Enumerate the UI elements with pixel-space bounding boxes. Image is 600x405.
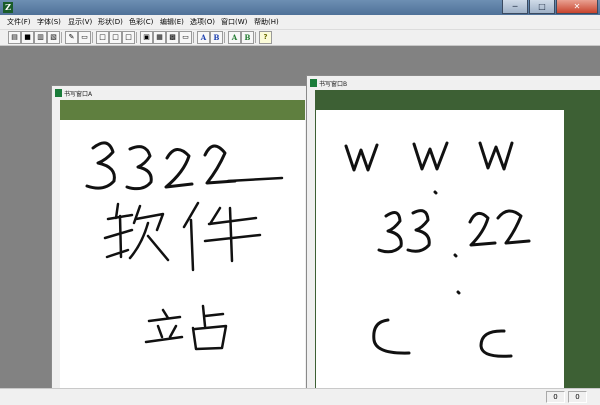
single-page-icon[interactable]: ▭ [78,31,91,44]
window-a-icon [55,89,62,97]
status-bar: 0 0 [0,388,600,405]
window-b-handwriting [344,141,531,358]
font-a-blue-icon[interactable]: A [197,31,210,44]
window-a-handwriting [85,141,284,351]
window-a-canvas[interactable] [60,120,305,392]
menu-color[interactable]: 色彩(C) [129,17,153,27]
window-a-title: 书写窗口A [64,91,93,98]
frame-a-icon[interactable]: □ [96,31,109,44]
writing-window-a[interactable]: 书写窗口A [51,85,307,393]
print-preview-icon[interactable]: ▧ [47,31,60,44]
close-button[interactable]: ✕ [556,0,598,14]
toolbar-separator [193,32,194,43]
font-b-green-icon[interactable]: B [241,31,254,44]
menu-edit[interactable]: 编辑(E) [160,17,184,27]
menu-shape[interactable]: 形状(D) [98,17,123,27]
menu-help[interactable]: 帮助(H) [254,17,279,27]
toolbar-separator [92,32,93,43]
frame-c-icon[interactable]: □ [122,31,135,44]
title-bar[interactable]: Z ─ □ ✕ [0,0,600,15]
window-b-title: 书写窗口B [319,81,348,88]
minimize-button[interactable]: ─ [502,0,528,14]
open-icon[interactable]: ▤ [8,31,21,44]
app-icon[interactable]: Z [3,2,13,13]
pen-icon[interactable]: ✎ [65,31,78,44]
toolbar-separator [61,32,62,43]
status-cell-2: 0 [568,391,587,403]
help-icon[interactable]: ? [259,31,272,44]
font-a-green-icon[interactable]: A [228,31,241,44]
menu-file[interactable]: 文件(F) [7,17,31,27]
menu-options[interactable]: 选项(O) [190,17,215,27]
frame-b-icon[interactable]: □ [109,31,122,44]
menu-view[interactable]: 显示(V) [68,17,92,27]
clipboard-icon[interactable]: ▩ [166,31,179,44]
window-a-title-bar[interactable]: 书写窗口A [55,89,92,99]
toolbar-separator [224,32,225,43]
window-controls: ─ □ ✕ [501,0,598,15]
paste-icon[interactable]: ▦ [153,31,166,44]
maximize-button[interactable]: □ [529,0,555,14]
window-a-header-band [60,100,305,120]
menu-bar: 文件(F) 字体(S) 显示(V) 形状(D) 色彩(C) 编辑(E) 选项(O… [0,15,600,30]
print-icon[interactable]: ▥ [34,31,47,44]
toolbar: ▤ ■ ▥ ▧ ✎ ▭ □ □ □ ▣ ▦ ▩ ▭ A B A B ? [0,30,600,46]
copy-icon[interactable]: ▣ [140,31,153,44]
window-b-icon [310,79,317,87]
save-icon[interactable]: ■ [21,31,34,44]
menu-window[interactable]: 窗口(W) [221,17,247,27]
toolbar-separator [255,32,256,43]
toolbar-separator [136,32,137,43]
writing-window-b[interactable]: 书写窗口B [306,75,600,393]
font-b-blue-icon[interactable]: B [210,31,223,44]
window-b-title-bar[interactable]: 书写窗口B [310,79,347,89]
window-icon[interactable]: ▭ [179,31,192,44]
window-b-canvas[interactable] [316,110,564,392]
menu-font[interactable]: 字体(S) [37,17,61,27]
status-cell-1: 0 [546,391,565,403]
